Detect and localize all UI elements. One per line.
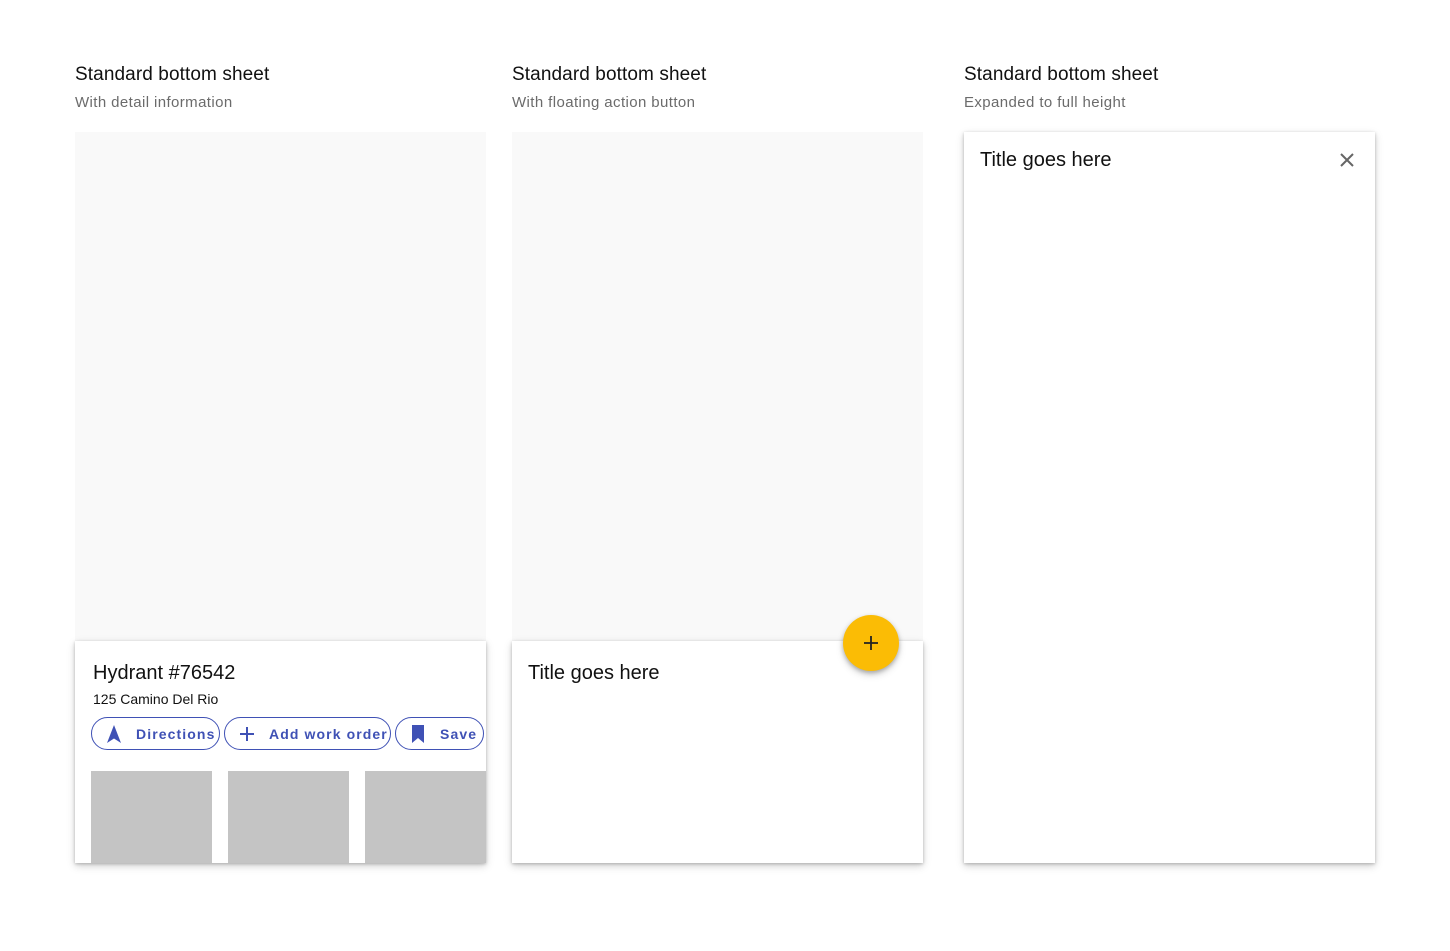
close-button[interactable] (1335, 148, 1359, 172)
floating-action-button[interactable] (843, 615, 899, 671)
column-title: Standard bottom sheet (964, 64, 1159, 85)
column-subtitle: Expanded to full height (964, 94, 1126, 111)
close-icon (1339, 152, 1355, 168)
sheet-title: Title goes here (528, 662, 660, 684)
column-subtitle: With detail information (75, 94, 233, 111)
plus-icon (237, 724, 257, 744)
sheet-title: Title goes here (980, 149, 1112, 171)
add-work-order-chip[interactable]: Add work order (224, 717, 391, 750)
bottom-sheet[interactable]: Hydrant #76542 125 Camino Del Rio Direct… (75, 641, 486, 863)
bottom-sheet-expanded[interactable]: Title goes here (964, 132, 1375, 863)
image-placeholder (228, 771, 349, 863)
chip-label: Directions (136, 725, 216, 742)
chip-label: Save (440, 725, 478, 742)
sheet-title: Hydrant #76542 (93, 662, 236, 684)
image-placeholder (91, 771, 212, 863)
column-title: Standard bottom sheet (75, 64, 270, 85)
navigation-arrow-icon (104, 724, 124, 744)
directions-chip[interactable]: Directions (91, 717, 220, 750)
plus-icon (862, 634, 880, 652)
sheet-address: 125 Camino Del Rio (93, 691, 219, 707)
image-placeholder (365, 771, 486, 863)
column-title: Standard bottom sheet (512, 64, 707, 85)
column-subtitle: With floating action button (512, 94, 696, 111)
save-chip[interactable]: Save (395, 717, 484, 750)
chip-label: Add work order (269, 725, 388, 742)
bookmark-icon (408, 724, 428, 744)
bottom-sheet[interactable]: Title goes here (512, 641, 923, 863)
